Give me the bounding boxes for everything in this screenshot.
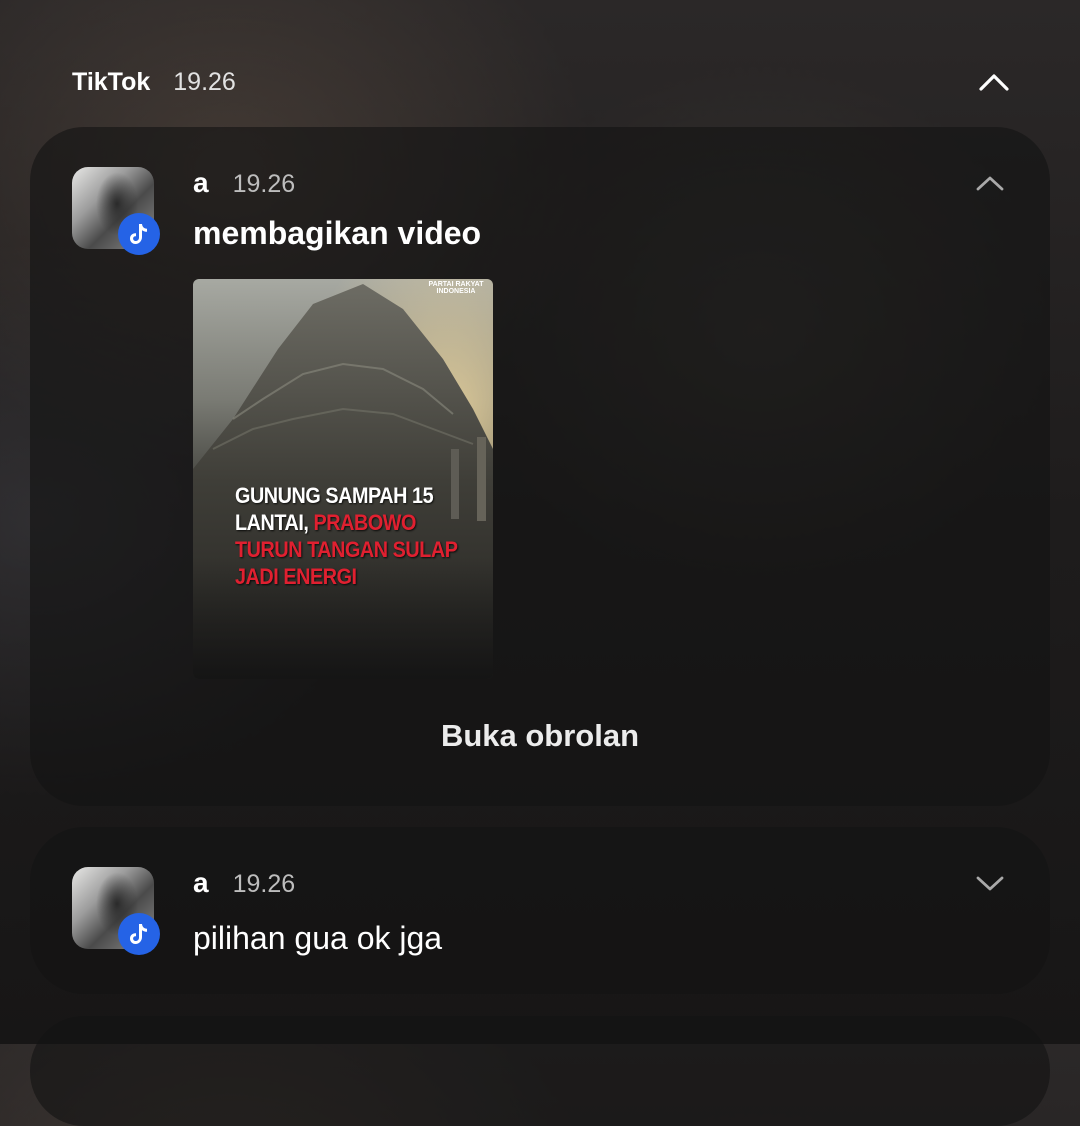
sender-avatar-container (72, 867, 162, 957)
app-name: TikTok (72, 67, 151, 96)
video-headline: GUNUNG SAMPAH 15 LANTAI, PRABOWO TURUN T… (235, 482, 460, 590)
message-timestamp: 19.26 (232, 870, 296, 898)
notification-card-partial[interactable] (30, 1016, 1050, 1126)
chevron-up-icon (979, 74, 1009, 91)
notification-card-text[interactable]: a 19.26 pilihan gua ok jga (30, 827, 1050, 994)
group-timestamp: 19.26 (173, 67, 236, 96)
video-brand-label: PARTAI RAKYAT INDONESIA (428, 281, 484, 295)
app-badge (118, 213, 160, 255)
notification-card-video[interactable]: a 19.26 membagikan video PARTAI RAKYAT I… (30, 127, 1050, 806)
video-thumbnail[interactable]: PARTAI RAKYAT INDONESIA GUNUNG SAMPAH 15… (193, 279, 493, 679)
message-timestamp: 19.26 (232, 170, 296, 198)
sender-name: a (193, 867, 209, 898)
group-collapse-button[interactable] (976, 64, 1012, 100)
sender-row: a 19.26 (193, 167, 295, 199)
notification-group-header[interactable]: TikTok 19.26 (72, 62, 1012, 102)
message-text: membagikan video (193, 215, 482, 251)
collapse-button[interactable] (972, 165, 1008, 201)
sender-name: a (193, 167, 209, 198)
message-text: pilihan gua ok jga (193, 920, 443, 956)
sender-row: a 19.26 (193, 867, 295, 899)
sender-avatar-container (72, 167, 162, 257)
video-thumbnail-image (193, 279, 493, 679)
open-chat-button[interactable]: Buka obrolan (30, 718, 1050, 754)
tiktok-icon (130, 924, 147, 944)
expand-button[interactable] (972, 865, 1008, 901)
tiktok-icon (130, 224, 147, 244)
chevron-up-icon (976, 176, 1004, 191)
app-badge (118, 913, 160, 955)
chevron-down-icon (976, 876, 1004, 891)
